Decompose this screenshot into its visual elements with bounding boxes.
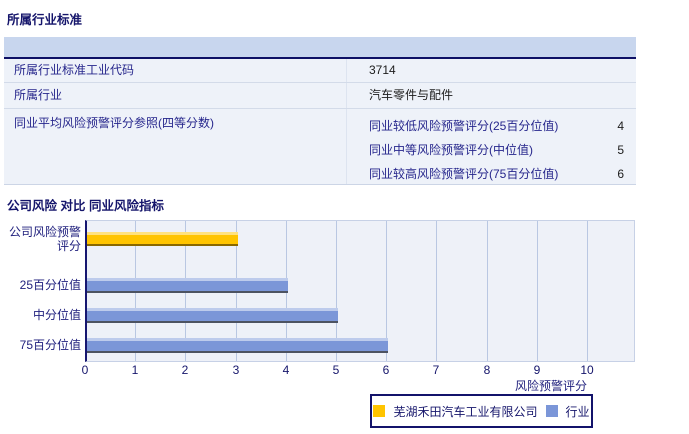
industry-value: 汽车零件与配件 xyxy=(346,83,636,108)
bar-company-score xyxy=(87,232,238,246)
industry-label: 所属行业 xyxy=(14,88,63,102)
gridline xyxy=(587,221,588,361)
x-tick-label: 1 xyxy=(131,363,139,377)
peer-low-score-value: 4 xyxy=(617,119,624,133)
industry-code-value: 3714 xyxy=(346,59,636,82)
category-label-median: 中分位值 xyxy=(32,308,81,322)
peer-average-score-values: 同业较低风险预警评分(25百分位值) 4 同业中等风险预警评分(中位值) 5 同… xyxy=(346,109,636,184)
x-tick-label: 7 xyxy=(432,363,440,377)
legend-label-industry: 行业 xyxy=(565,404,590,419)
bar-chart-plot-area xyxy=(85,220,635,362)
peer-medium-score-label: 同业中等风险预警评分(中位值) xyxy=(369,143,533,157)
category-label-company-score: 公司风险预警评分 xyxy=(8,225,81,253)
gridline xyxy=(537,221,538,361)
sub-row: 同业较高风险预警评分(75百分位值) 6 xyxy=(369,162,624,186)
bar-25th-percentile xyxy=(87,278,288,293)
peer-average-score-label: 同业平均风险预警评分参照(四等分数) xyxy=(14,116,214,130)
x-axis-label: 风险预警评分 xyxy=(514,379,587,393)
sub-row: 同业中等风险预警评分(中位值) 5 xyxy=(369,138,624,162)
risk-comparison-section-title: 公司风险 对比 同业风险指标 xyxy=(7,199,164,213)
x-tick-label: 10 xyxy=(580,363,594,377)
category-label-75th-percentile: 75百分位值 xyxy=(19,338,81,352)
table-row: 所属行业 汽车零件与配件 xyxy=(4,83,636,109)
legend-label-company: 芜湖禾田汽车工业有限公司 xyxy=(393,404,538,419)
sub-row: 同业较低风险预警评分(25百分位值) 4 xyxy=(369,114,624,138)
peer-high-score-value: 6 xyxy=(617,167,624,181)
x-tick-label: 5 xyxy=(332,363,340,377)
gridline xyxy=(436,221,437,361)
peer-medium-score-value: 5 xyxy=(617,143,624,157)
bar-median xyxy=(87,308,338,323)
peer-low-score-label: 同业较低风险预警评分(25百分位值) xyxy=(369,119,559,133)
x-tick-label: 3 xyxy=(232,363,240,377)
bar-75th-percentile xyxy=(87,338,388,353)
x-tick-label: 9 xyxy=(533,363,541,377)
table-row: 同业平均风险预警评分参照(四等分数) 同业较低风险预警评分(25百分位值) 4 … xyxy=(4,109,636,184)
x-tick-label: 8 xyxy=(483,363,491,377)
x-tick-label: 0 xyxy=(81,363,89,377)
peer-high-score-label: 同业较高风险预警评分(75百分位值) xyxy=(369,167,559,181)
gridline xyxy=(487,221,488,361)
table-row: 所属行业标准工业代码 3714 xyxy=(4,59,636,83)
x-tick-label: 4 xyxy=(282,363,290,377)
x-tick-label: 2 xyxy=(181,363,189,377)
legend-swatch-company xyxy=(373,405,386,417)
industry-standard-section-title: 所属行业标准 xyxy=(7,13,83,27)
industry-standard-table: 所属行业标准工业代码 3714 所属行业 汽车零件与配件 同业平均风险预警评分参… xyxy=(4,37,636,185)
category-label-25th-percentile: 25百分位值 xyxy=(19,278,81,292)
industry-code-label: 所属行业标准工业代码 xyxy=(14,63,135,77)
x-tick-label: 6 xyxy=(382,363,390,377)
table-header-bar xyxy=(4,37,636,59)
chart-legend: 芜湖禾田汽车工业有限公司 行业 xyxy=(370,394,593,428)
legend-swatch-industry xyxy=(545,405,558,417)
